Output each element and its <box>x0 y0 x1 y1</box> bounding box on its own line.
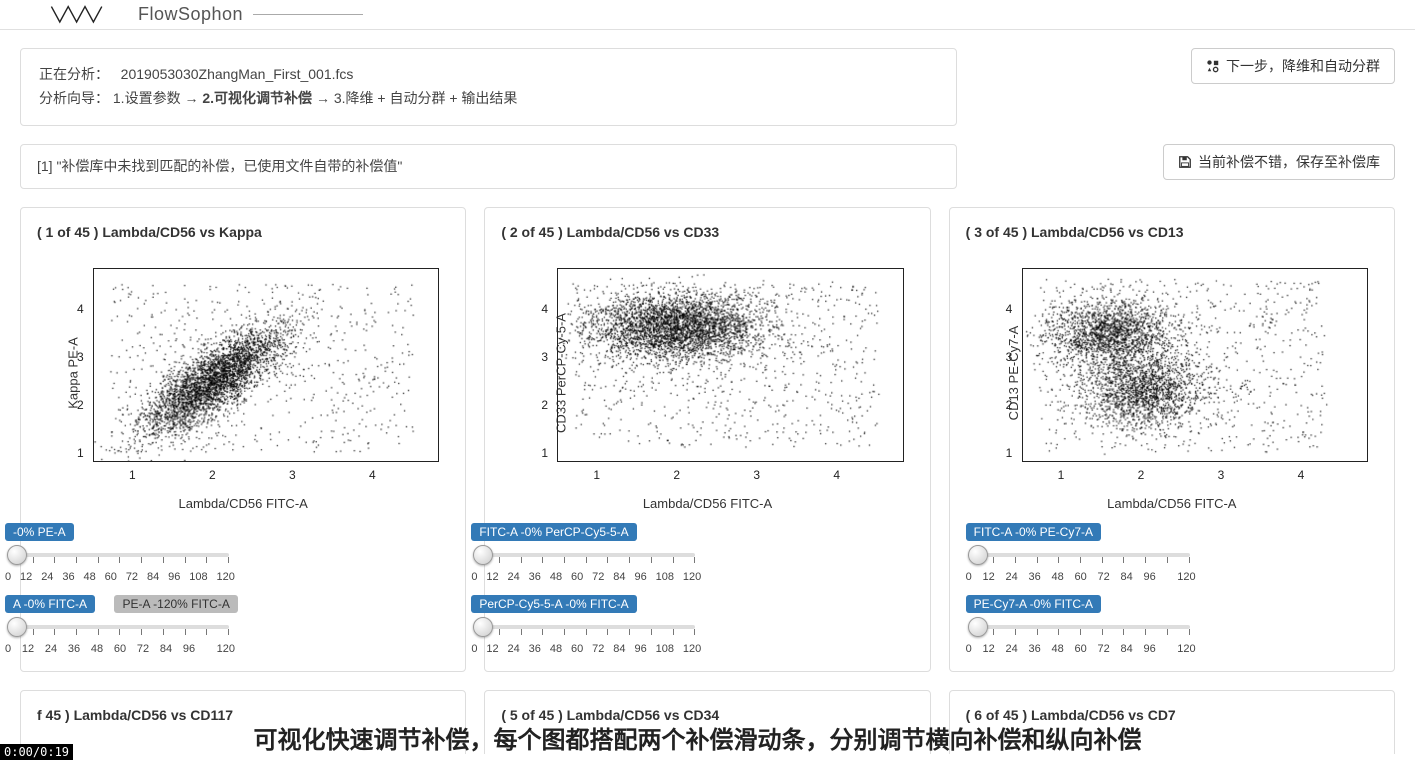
plot-title: ( 3 of 45 ) Lambda/CD56 vs CD13 <box>966 224 1378 240</box>
plot-card-2: ( 2 of 45 ) Lambda/CD56 vs CD33 CD33 Per… <box>484 207 930 672</box>
brand-name: FlowSophon <box>138 4 243 25</box>
compensation-slider-y[interactable]: 01224364860728496120 <box>5 617 235 655</box>
video-timestamp: 0:00/0:19 <box>0 744 73 760</box>
scatter-canvas <box>94 269 438 461</box>
compensation-slider-x[interactable]: 01224364860728496120 <box>966 545 1196 583</box>
slider-knob[interactable] <box>968 617 988 637</box>
slider-scale: 01224364860728496120 <box>966 643 1196 655</box>
logo-icon <box>50 5 120 25</box>
plots-row-2: f 45 ) Lambda/CD56 vs CD117 ( 5 of 45 ) … <box>20 690 1395 754</box>
slider-scale: 01224364860728496120 <box>5 643 235 655</box>
plot-title: f 45 ) Lambda/CD56 vs CD117 <box>37 707 449 723</box>
main-scroll[interactable]: 正在分析： 2019053030ZhangMan_First_001.fcs 分… <box>0 30 1415 754</box>
plot-title: ( 5 of 45 ) Lambda/CD56 vs CD34 <box>501 707 913 723</box>
log-panel: [1] "补偿库中未找到匹配的补偿，已使用文件自带的补偿值" <box>20 144 957 190</box>
analyzing-filename: 2019053030ZhangMan_First_001.fcs <box>121 66 354 82</box>
scatter-plot <box>557 268 903 462</box>
slider-hover-label: PE-A -120% FITC-A <box>114 595 237 613</box>
slider-label: FITC-A -0% PerCP-Cy5-5-A <box>471 523 636 541</box>
slider-label: FITC-A -0% PE-Cy7-A <box>966 523 1101 541</box>
log-line: [1] "补偿库中未找到匹配的补偿，已使用文件自带的补偿值" <box>37 158 402 174</box>
chart-icon <box>1206 59 1220 73</box>
wizard-step-1: 1.设置参数 <box>113 90 181 106</box>
plot-card-5: ( 5 of 45 ) Lambda/CD56 vs CD34 <box>484 690 930 754</box>
save-icon <box>1178 155 1192 169</box>
plot-card-3: ( 3 of 45 ) Lambda/CD56 vs CD13 CD13 PE-… <box>949 207 1395 672</box>
wizard-step-3: 3.降维 + 自动分群 + 输出结果 <box>334 90 518 106</box>
next-step-button[interactable]: 下一步，降维和自动分群 <box>1191 48 1395 84</box>
plot-title: ( 6 of 45 ) Lambda/CD56 vs CD7 <box>966 707 1378 723</box>
plot-title: ( 2 of 45 ) Lambda/CD56 vs CD33 <box>501 224 913 240</box>
wizard-step-2: 2.可视化调节补偿 <box>202 90 312 106</box>
slider-scale: 01224364860728496120 <box>966 571 1196 583</box>
slider-label: PE-Cy7-A -0% FITC-A <box>966 595 1101 613</box>
slider-label: -0% PE-A <box>5 523 74 541</box>
slider-label: PerCP-Cy5-5-A -0% FITC-A <box>471 595 636 613</box>
save-compensation-label: 当前补偿不错，保存至补偿库 <box>1198 152 1380 172</box>
scatter-canvas <box>1023 269 1367 461</box>
scatter-canvas <box>558 269 902 461</box>
compensation-slider-x[interactable]: 01224364860728496108120 <box>471 545 701 583</box>
analysis-info-panel: 正在分析： 2019053030ZhangMan_First_001.fcs 分… <box>20 48 957 126</box>
plot-card-1: ( 1 of 45 ) Lambda/CD56 vs Kappa Kappa P… <box>20 207 466 672</box>
scatter-plot <box>1022 268 1368 462</box>
x-axis-label: Lambda/CD56 FITC-A <box>501 496 913 511</box>
compensation-slider-y[interactable]: 01224364860728496120 <box>966 617 1196 655</box>
slider-knob[interactable] <box>968 545 988 565</box>
brand-divider <box>253 14 363 15</box>
next-step-label: 下一步，降维和自动分群 <box>1226 56 1380 76</box>
x-axis-label: Lambda/CD56 FITC-A <box>37 496 449 511</box>
scatter-plot <box>93 268 439 462</box>
slider-scale: 01224364860728496108120 <box>5 571 235 583</box>
plots-row-1: ( 1 of 45 ) Lambda/CD56 vs Kappa Kappa P… <box>20 207 1395 672</box>
analyzing-label: 正在分析： <box>39 66 109 82</box>
wizard-label: 分析向导： <box>39 90 109 106</box>
slider-label: A -0% FITC-A <box>5 595 95 613</box>
plot-card-4: f 45 ) Lambda/CD56 vs CD117 <box>20 690 466 754</box>
slider-scale: 01224364860728496108120 <box>471 571 701 583</box>
top-bar: FlowSophon <box>0 0 1415 30</box>
plot-title: ( 1 of 45 ) Lambda/CD56 vs Kappa <box>37 224 449 240</box>
compensation-slider-x[interactable]: 01224364860728496108120 <box>5 545 235 583</box>
compensation-slider-y[interactable]: 01224364860728496108120 <box>471 617 701 655</box>
x-axis-label: Lambda/CD56 FITC-A <box>966 496 1378 511</box>
save-compensation-button[interactable]: 当前补偿不错，保存至补偿库 <box>1163 144 1395 180</box>
slider-scale: 01224364860728496108120 <box>471 643 701 655</box>
plot-card-6: ( 6 of 45 ) Lambda/CD56 vs CD7 <box>949 690 1395 754</box>
